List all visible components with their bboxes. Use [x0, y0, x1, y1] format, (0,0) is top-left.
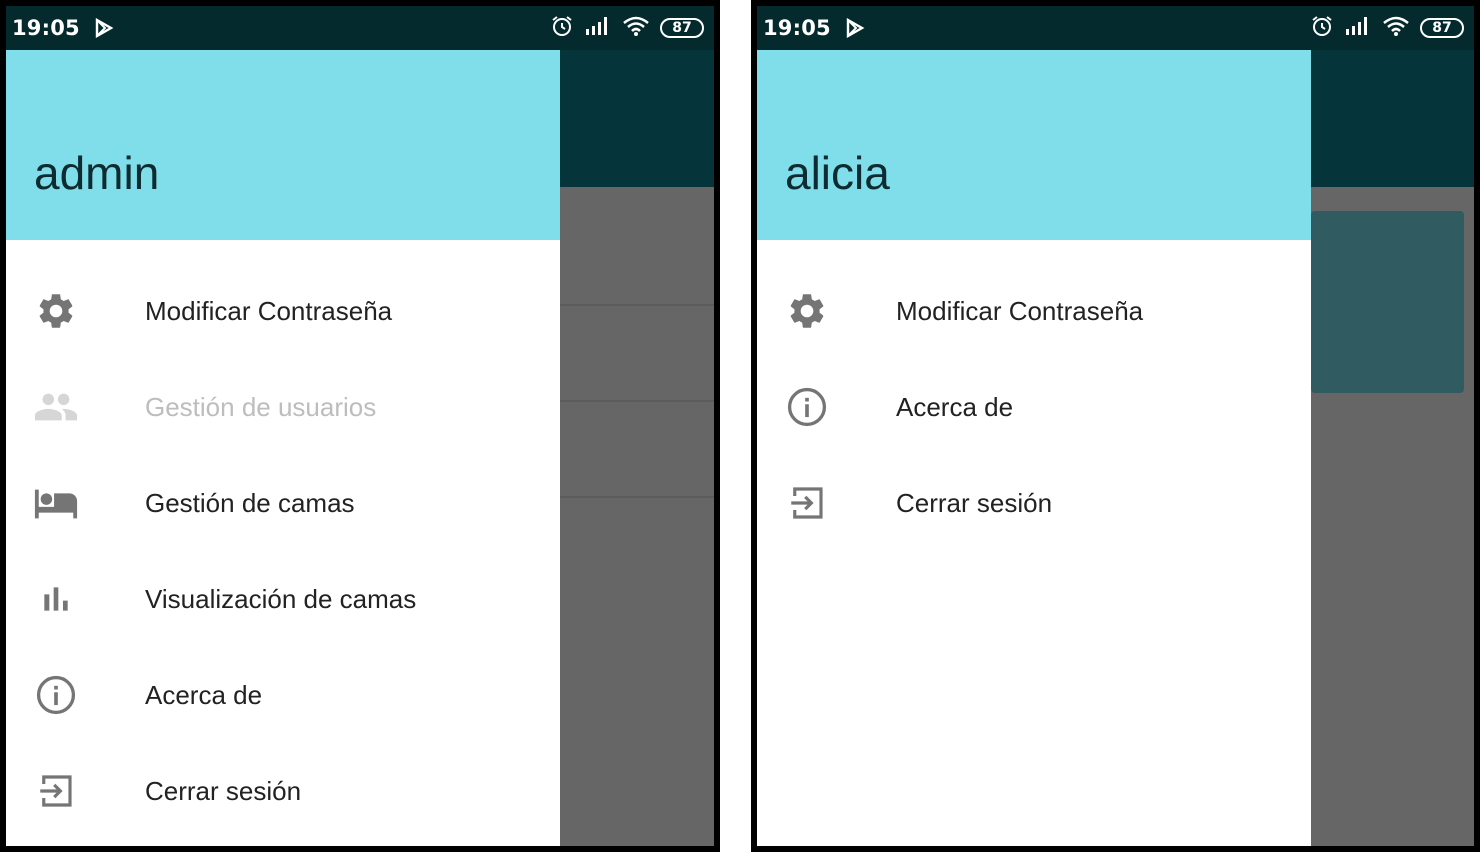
alarm-icon — [1310, 14, 1334, 43]
menu-label: Acerca de — [896, 391, 1014, 422]
screen: 19:05 87 alicia Modificar Contraseña Ace… — [757, 6, 1474, 846]
menu-label: Modificar Contraseña — [145, 295, 393, 326]
drawer-header: admin — [6, 50, 560, 240]
info-icon — [783, 383, 831, 431]
menu-label: Acerca de — [145, 679, 263, 710]
menu-label: Gestión de usuarios — [145, 391, 377, 422]
bar-chart-icon — [32, 575, 80, 623]
signal-icon — [1344, 15, 1372, 42]
battery-indicator: 87 — [660, 18, 704, 38]
play-store-icon — [94, 18, 114, 38]
drawer-header: alicia — [757, 50, 1311, 240]
menu-item-modificar-contrasena[interactable]: Modificar Contraseña — [6, 263, 560, 359]
menu-item-gestion-camas[interactable]: Gestión de camas — [6, 455, 560, 551]
menu-item-acerca-de[interactable]: Acerca de — [757, 359, 1311, 455]
menu-item-acerca-de[interactable]: Acerca de — [6, 647, 560, 743]
menu-item-cerrar-sesion[interactable]: Cerrar sesión — [6, 743, 560, 839]
navigation-drawer: admin Modificar Contraseña Gestión de us… — [6, 50, 560, 846]
screen: 19:05 87 admin Modificar Contraseña Gest… — [6, 6, 714, 846]
menu-label: Cerrar sesión — [896, 487, 1053, 518]
gear-icon — [32, 287, 80, 335]
info-icon — [32, 671, 80, 719]
menu-label: Cerrar sesión — [145, 775, 302, 806]
people-icon — [32, 383, 80, 431]
wifi-icon — [1382, 15, 1410, 42]
logout-icon — [32, 767, 80, 815]
menu-item-cerrar-sesion[interactable]: Cerrar sesión — [757, 455, 1311, 551]
status-time: 19:05 — [763, 16, 831, 40]
dimmed-card — [1311, 211, 1464, 393]
navigation-drawer: alicia Modificar Contraseña Acerca de Ce… — [757, 50, 1311, 846]
alarm-icon — [550, 14, 574, 43]
wifi-icon — [622, 15, 650, 42]
status-time: 19:05 — [12, 16, 80, 40]
status-bar: 19:05 87 — [6, 6, 714, 50]
menu-item-visualizacion-camas[interactable]: Visualización de camas — [6, 551, 560, 647]
phone-frame-alicia: 19:05 87 alicia Modificar Contraseña Ace… — [751, 0, 1480, 852]
menu-label: Modificar Contraseña — [896, 295, 1144, 326]
status-bar: 19:05 87 — [757, 6, 1474, 50]
bed-icon — [32, 479, 80, 527]
logout-icon — [783, 479, 831, 527]
menu-item-modificar-contrasena[interactable]: Modificar Contraseña — [757, 263, 1311, 359]
play-store-icon — [845, 18, 865, 38]
drawer-username: admin — [34, 147, 160, 199]
menu-label: Gestión de camas — [145, 487, 355, 518]
menu-item-gestion-usuarios: Gestión de usuarios — [6, 359, 560, 455]
signal-icon — [584, 15, 612, 42]
battery-indicator: 87 — [1420, 18, 1464, 38]
phone-frame-admin: 19:05 87 admin Modificar Contraseña Gest… — [0, 0, 720, 852]
gear-icon — [783, 287, 831, 335]
drawer-username: alicia — [785, 147, 890, 199]
menu-label: Visualización de camas — [145, 583, 417, 614]
